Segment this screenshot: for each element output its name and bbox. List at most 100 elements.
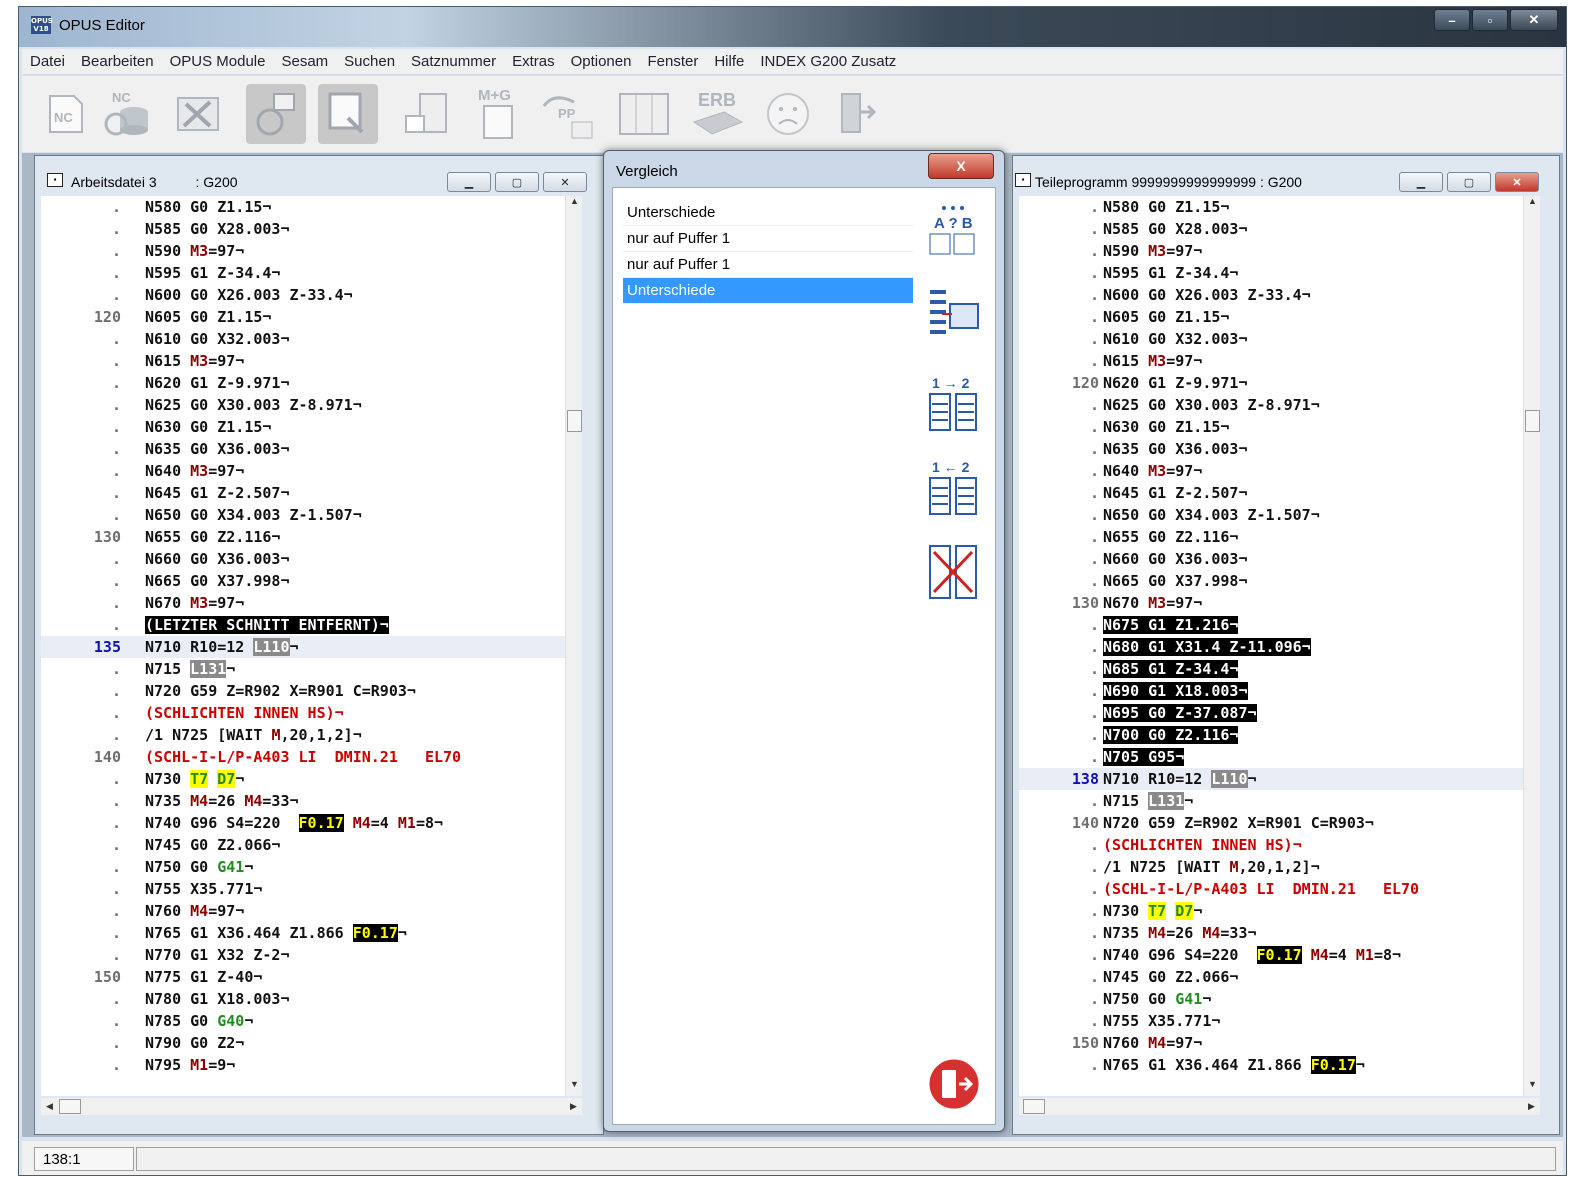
code-line[interactable]: . N595 G1 Z-34.4¬ xyxy=(41,262,565,284)
code-line[interactable]: . N680 G1 X31.4 Z-11.096¬ xyxy=(1019,636,1523,658)
code-line[interactable]: . N665 G0 X37.998¬ xyxy=(41,570,565,592)
menu-extras[interactable]: Extras xyxy=(504,53,563,70)
menu-sesam[interactable]: Sesam xyxy=(273,53,336,70)
code-line[interactable]: 140 (SCHL-I-L/P-A403 LI DMIN.21 EL70 xyxy=(41,746,565,768)
code-line[interactable]: 140 N720 G59 Z=R902 X=R901 C=R903¬ xyxy=(1019,812,1523,834)
code-line[interactable]: . N740 G96 S4=220 F0.17 M4=4 M1=8¬ xyxy=(41,812,565,834)
code-line[interactable]: . N580 G0 Z1.15¬ xyxy=(1019,196,1523,218)
menu-opus-module[interactable]: OPUS Module xyxy=(162,53,274,70)
code-line[interactable]: . N730 T7 D7¬ xyxy=(41,768,565,790)
code-line[interactable]: . N625 G0 X30.003 Z-8.971¬ xyxy=(1019,394,1523,416)
list-item[interactable]: Unterschiede xyxy=(623,200,913,226)
left-close-button[interactable]: ✕ xyxy=(543,172,587,192)
code-line[interactable]: 135 N710 R10=12 L110¬ xyxy=(41,636,565,658)
code-line[interactable]: . N705 G95¬ xyxy=(1019,746,1523,768)
nc-database-button[interactable]: NC xyxy=(98,84,158,144)
code-line[interactable]: . N670 M3=97¬ xyxy=(41,592,565,614)
left-vertical-scrollbar[interactable]: ▲ ▼ xyxy=(565,196,582,1096)
code-line[interactable]: ./1 N725 [WAIT M,20,1,2]¬ xyxy=(1019,856,1523,878)
code-line[interactable]: . N750 G0 G41¬ xyxy=(1019,988,1523,1010)
code-line[interactable]: . N580 G0 Z1.15¬ xyxy=(41,196,565,218)
code-line[interactable]: . N630 G0 Z1.15¬ xyxy=(1019,416,1523,438)
table-button[interactable] xyxy=(614,84,674,144)
code-line[interactable]: . N585 G0 X28.003¬ xyxy=(1019,218,1523,240)
code-line[interactable]: 130 N670 M3=97¬ xyxy=(1019,592,1523,614)
right-scroll-thumb[interactable] xyxy=(1525,410,1540,432)
code-line[interactable]: . N790 G0 Z2¬ xyxy=(41,1032,565,1054)
code-line[interactable]: . N630 G0 Z1.15¬ xyxy=(41,416,565,438)
code-line[interactable]: . N715 L131¬ xyxy=(1019,790,1523,812)
code-line[interactable]: . N600 G0 X26.003 Z-33.4¬ xyxy=(1019,284,1523,306)
mg-button[interactable]: M+G xyxy=(468,84,528,144)
right-close-button[interactable]: ✕ xyxy=(1495,172,1539,192)
scroll-down-icon[interactable]: ▼ xyxy=(1524,1079,1541,1096)
code-line[interactable]: . N690 G1 X18.003¬ xyxy=(1019,680,1523,702)
list-to-window-button[interactable] xyxy=(925,288,981,344)
code-line[interactable]: . N765 G1 X36.464 Z1.866 F0.17¬ xyxy=(41,922,565,944)
scroll-up-icon[interactable]: ▲ xyxy=(566,196,583,213)
code-line[interactable]: . N770 G1 X32 Z-2¬ xyxy=(41,944,565,966)
code-line[interactable]: . N785 G0 G40¬ xyxy=(41,1010,565,1032)
code-line[interactable]: . N650 G0 X34.003 Z-1.507¬ xyxy=(41,504,565,526)
menu-fenster[interactable]: Fenster xyxy=(639,53,706,70)
code-line[interactable]: . (LETZTER SCHNITT ENTFERNT)¬ xyxy=(41,614,565,636)
code-line[interactable]: . N615 M3=97¬ xyxy=(1019,350,1523,372)
code-line[interactable]: . N765 G1 X36.464 Z1.866 F0.17¬ xyxy=(1019,1054,1523,1076)
code-line[interactable]: . N585 G0 X28.003¬ xyxy=(41,218,565,240)
flow-button[interactable] xyxy=(246,84,306,144)
code-line[interactable]: . N735 M4=26 M4=33¬ xyxy=(41,790,565,812)
code-line[interactable]: . (SCHLICHTEN INNEN HS)¬ xyxy=(41,702,565,724)
erb-button[interactable]: ERB xyxy=(688,84,748,144)
right-code-view[interactable]: . N580 G0 Z1.15¬. N585 G0 X28.003¬. N590 M3… xyxy=(1019,196,1523,1096)
code-line[interactable]: ./1 N725 [WAIT M,20,1,2]¬ xyxy=(41,724,565,746)
code-line[interactable]: 130 N655 G0 Z2.116¬ xyxy=(41,526,565,548)
code-line[interactable]: . N750 G0 G41¬ xyxy=(41,856,565,878)
nc-file-button[interactable]: NC xyxy=(36,84,96,144)
code-line[interactable]: 120 N605 G0 Z1.15¬ xyxy=(41,306,565,328)
left-hscroll-thumb[interactable] xyxy=(59,1099,81,1114)
code-line[interactable]: . N645 G1 Z-2.507¬ xyxy=(1019,482,1523,504)
list-button[interactable] xyxy=(396,84,456,144)
code-line[interactable]: . N755 X35.771¬ xyxy=(41,878,565,900)
right-horizontal-scrollbar[interactable]: ▶ xyxy=(1019,1098,1540,1115)
sad-face-button[interactable] xyxy=(758,84,818,144)
list-item[interactable]: nur auf Puffer 1 xyxy=(623,252,913,278)
right-vertical-scrollbar[interactable]: ▲ ▼ xyxy=(1523,196,1540,1096)
code-line[interactable]: . N610 G0 X32.003¬ xyxy=(41,328,565,350)
code-line[interactable]: . N735 M4=26 M4=33¬ xyxy=(1019,922,1523,944)
copy-1-to-2-button[interactable]: 1 → 2 xyxy=(925,375,981,432)
menu-datei[interactable]: Datei xyxy=(22,53,73,70)
left-minimize-button[interactable]: ▁ xyxy=(447,172,491,192)
code-line[interactable]: . N745 G0 Z2.066¬ xyxy=(1019,966,1523,988)
code-line[interactable]: 120 N620 G1 Z-9.971¬ xyxy=(1019,372,1523,394)
code-line[interactable]: 150 N775 G1 Z-40¬ xyxy=(41,966,565,988)
code-line[interactable]: . N650 G0 X34.003 Z-1.507¬ xyxy=(1019,504,1523,526)
code-line[interactable]: . N740 G96 S4=220 F0.17 M4=4 M1=8¬ xyxy=(1019,944,1523,966)
menu-bearbeiten[interactable]: Bearbeiten xyxy=(73,53,162,70)
right-hscroll-thumb[interactable] xyxy=(1023,1099,1045,1114)
code-line[interactable]: . N675 G1 Z1.216¬ xyxy=(1019,614,1523,636)
dialog-exit-button[interactable] xyxy=(925,1056,981,1112)
code-line[interactable]: . N645 G1 Z-2.507¬ xyxy=(41,482,565,504)
code-line[interactable]: . (SCHLICHTEN INNEN HS)¬ xyxy=(1019,834,1523,856)
remove-differences-button[interactable] xyxy=(925,544,981,600)
select-button[interactable] xyxy=(318,84,378,144)
code-line[interactable]: 150 N760 M4=97¬ xyxy=(1019,1032,1523,1054)
menu-optionen[interactable]: Optionen xyxy=(563,53,640,70)
left-horizontal-scrollbar[interactable]: ◀ ▶ xyxy=(41,1098,582,1115)
code-line[interactable]: . N640 M3=97¬ xyxy=(1019,460,1523,482)
dialog-close-button[interactable]: X xyxy=(928,153,994,179)
menu-index-g200-zusatz[interactable]: INDEX G200 Zusatz xyxy=(752,53,904,70)
code-line[interactable]: . N755 X35.771¬ xyxy=(1019,1010,1523,1032)
code-line[interactable]: . N590 M3=97¬ xyxy=(1019,240,1523,262)
code-line[interactable]: . N605 G0 Z1.15¬ xyxy=(1019,306,1523,328)
tools-button[interactable] xyxy=(168,84,228,144)
code-line[interactable]: . N660 G0 X36.003¬ xyxy=(41,548,565,570)
scroll-right-icon[interactable]: ▶ xyxy=(565,1098,582,1115)
code-line[interactable]: . N780 G1 X18.003¬ xyxy=(41,988,565,1010)
exit-button[interactable] xyxy=(826,84,886,144)
code-line[interactable]: . N720 G59 Z=R902 X=R901 C=R903¬ xyxy=(41,680,565,702)
code-line[interactable]: . N590 M3=97¬ xyxy=(41,240,565,262)
code-line[interactable]: . N660 G0 X36.003¬ xyxy=(1019,548,1523,570)
code-line[interactable]: . N635 G0 X36.003¬ xyxy=(1019,438,1523,460)
